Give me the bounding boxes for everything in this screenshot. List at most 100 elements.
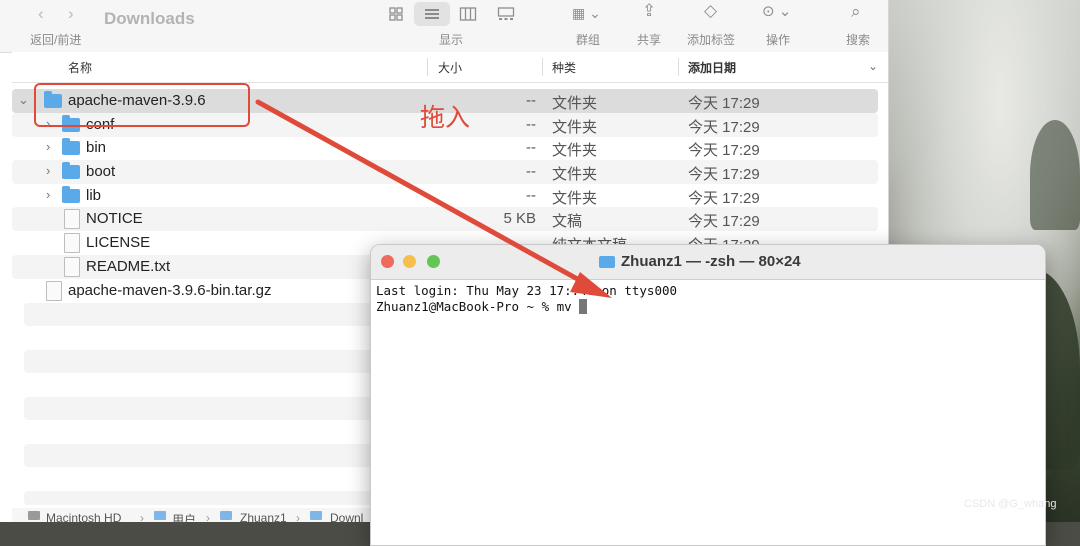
group-icon[interactable]: ▦ ⌄ — [572, 4, 601, 22]
close-button[interactable] — [381, 255, 394, 268]
annotation-highlight-box — [34, 83, 250, 127]
annotation-drag-label: 拖入 — [420, 104, 471, 132]
file-kind: 文件夹 — [552, 142, 598, 159]
file-size: -- — [526, 116, 536, 133]
folder-icon — [154, 511, 166, 520]
finder-toolbar: ‹ › 返回/前进 Downloads 显示 ▦ ⌄ 群组 ⇪ 共享 ◇ 添加标… — [0, 0, 888, 53]
view-label: 显示 — [439, 33, 464, 47]
file-size: -- — [526, 187, 536, 204]
column-divider — [542, 58, 543, 76]
column-view-button[interactable] — [450, 2, 486, 26]
group-label: 群组 — [576, 33, 601, 47]
terminal-line: Last login: Thu May 23 17: — [376, 283, 572, 298]
file-kind: 文件夹 — [552, 95, 598, 112]
column-divider — [678, 58, 679, 76]
folder-icon — [62, 162, 80, 179]
path-item[interactable]: Zhuanz1 — [240, 511, 287, 525]
column-kind[interactable]: 种类 — [552, 59, 576, 76]
document-icon — [64, 209, 80, 229]
tag-icon[interactable]: ◇ — [704, 2, 717, 20]
list-view-button[interactable] — [414, 2, 450, 26]
terminal-titlebar[interactable]: Zhuanz1 — -zsh — 80×24 — [371, 245, 1045, 280]
columns-icon — [459, 7, 477, 21]
window-title: Downloads — [104, 9, 195, 28]
tag-label: 添加标签 — [687, 33, 736, 47]
file-date: 今天 17:29 — [688, 95, 760, 112]
share-label: 共享 — [637, 33, 662, 47]
file-kind: 文稿 — [552, 213, 583, 230]
zoom-button[interactable] — [427, 255, 440, 268]
icon-view-button[interactable] — [378, 2, 414, 26]
file-kind: 文件夹 — [552, 119, 598, 136]
gallery-view-button[interactable] — [488, 2, 524, 26]
terminal-cursor — [579, 299, 588, 314]
wallpaper-tree — [1030, 120, 1080, 230]
sort-chevron-icon[interactable]: ⌄ — [868, 59, 878, 73]
file-kind: 文件夹 — [552, 190, 598, 207]
file-date: 今天 17:29 — [688, 119, 760, 136]
file-row[interactable]: › lib -- 文件夹 今天 17:29 — [12, 184, 878, 208]
file-date: 今天 17:29 — [688, 190, 760, 207]
grid-icon — [389, 7, 403, 21]
search-icon[interactable]: ⌕ — [851, 3, 861, 21]
column-header: 名称 大小 种类 添加日期 ⌄ — [12, 52, 888, 83]
list-icon — [425, 9, 439, 19]
folder-icon — [62, 186, 80, 203]
file-date: 今天 17:29 — [688, 142, 760, 159]
disclosure-closed-icon[interactable]: › — [46, 163, 50, 178]
file-date: 今天 17:29 — [688, 166, 760, 183]
file-name: README.txt — [86, 258, 171, 275]
disk-icon — [28, 511, 40, 520]
forward-icon[interactable]: › — [68, 5, 74, 23]
folder-icon — [599, 256, 615, 268]
column-divider — [427, 58, 428, 76]
column-name[interactable]: 名称 — [68, 59, 92, 76]
file-row[interactable]: › bin -- 文件夹 今天 17:29 — [12, 136, 878, 160]
file-kind: 文件夹 — [552, 166, 598, 183]
file-row[interactable]: › boot -- 文件夹 今天 17:29 — [12, 160, 878, 184]
search-label: 搜索 — [846, 33, 871, 47]
path-separator-icon: › — [296, 511, 300, 525]
file-name: bin — [86, 139, 107, 156]
terminal-prompt: Zhuanz1@MacBook-Pro ~ % mv — [376, 299, 580, 314]
file-size: -- — [526, 163, 536, 180]
file-name: lib — [86, 187, 102, 204]
folder-icon — [62, 138, 80, 155]
minimize-button[interactable] — [403, 255, 416, 268]
text-file-icon — [64, 257, 80, 277]
file-size: -- — [526, 139, 536, 156]
file-name: boot — [86, 163, 116, 180]
file-name: apache-maven-3.9.6-bin.tar.gz — [68, 282, 272, 299]
path-item[interactable]: 用户 — [172, 511, 196, 528]
terminal-window[interactable]: Zhuanz1 — -zsh — 80×24 Last login: Thu M… — [370, 244, 1046, 546]
folder-icon — [220, 511, 232, 520]
disclosure-closed-icon[interactable]: › — [46, 187, 50, 202]
file-size: 5 KB — [503, 210, 536, 227]
folder-icon — [310, 511, 322, 520]
path-separator-icon: › — [140, 511, 144, 525]
watermark: CSDN @G_whang — [964, 498, 1057, 510]
terminal-output[interactable]: Last login: Thu May 23 17::46 on ttys000… — [376, 283, 677, 315]
terminal-title: Zhuanz1 — -zsh — 80×24 — [621, 253, 801, 270]
file-name: NOTICE — [86, 210, 143, 227]
action-icon[interactable]: ⊙ ⌄ — [762, 3, 791, 21]
path-separator-icon: › — [206, 511, 210, 525]
file-size: -- — [526, 92, 536, 109]
file-date: 今天 17:29 — [688, 213, 760, 230]
disclosure-open-icon[interactable]: ⌄ — [18, 92, 29, 108]
file-name: LICENSE — [86, 234, 151, 251]
back-icon[interactable]: ‹ — [38, 5, 44, 23]
action-label: 操作 — [766, 33, 791, 47]
nav-label: 返回/前进 — [30, 33, 82, 47]
archive-icon — [46, 281, 62, 301]
path-item[interactable]: Downl — [330, 511, 363, 525]
column-size[interactable]: 大小 — [438, 59, 462, 76]
terminal-line: :46 on ttys000 — [571, 283, 678, 298]
column-date[interactable]: 添加日期 — [688, 59, 736, 76]
file-row[interactable]: NOTICE 5 KB 文稿 今天 17:29 — [12, 207, 878, 231]
text-file-icon — [64, 233, 80, 253]
share-icon[interactable]: ⇪ — [642, 2, 656, 20]
disclosure-closed-icon[interactable]: › — [46, 139, 50, 154]
path-item[interactable]: Macintosh HD — [46, 511, 121, 525]
gallery-icon — [497, 7, 515, 20]
